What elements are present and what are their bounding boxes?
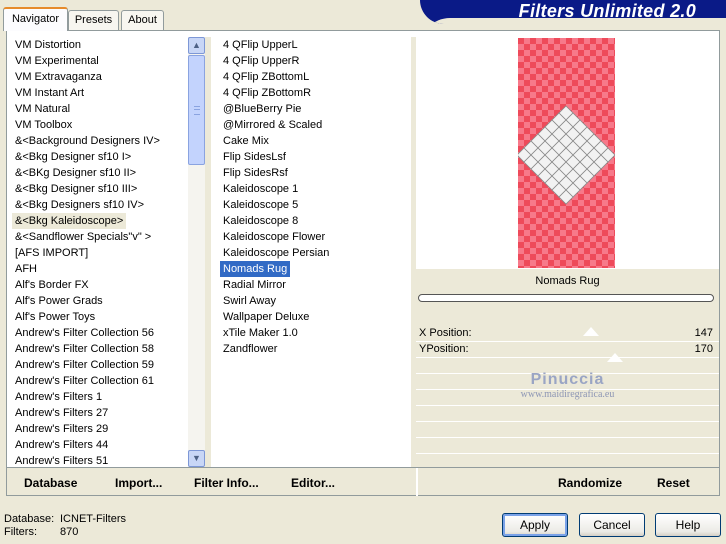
param-value: 147 <box>694 327 713 339</box>
database-label: Database: <box>4 513 55 525</box>
category-item[interactable]: Andrew's Filter Collection 56 <box>12 325 157 341</box>
filter-item[interactable]: Kaleidoscope Persian <box>220 245 332 261</box>
category-item[interactable]: &<Bkg Kaleidoscope> <box>12 213 127 229</box>
chevron-up-icon: ▲ <box>192 40 201 50</box>
editor-link[interactable]: Editor... <box>291 476 335 490</box>
filter-item[interactable]: Kaleidoscope Flower <box>220 229 328 245</box>
category-item[interactable]: Andrew's Filter Collection 58 <box>12 341 157 357</box>
filter-info-link[interactable]: Filter Info... <box>194 476 259 490</box>
filter-item[interactable]: Cake Mix <box>220 133 272 149</box>
category-item[interactable]: Andrew's Filters 51 <box>12 453 111 469</box>
param-empty-row <box>416 422 719 438</box>
filter-item[interactable]: 4 QFlip ZBottomL <box>220 69 312 85</box>
category-item[interactable]: Andrew's Filters 1 <box>12 389 105 405</box>
filter-item[interactable]: Flip SidesLsf <box>220 149 289 165</box>
filter-item[interactable]: Radial Mirror <box>220 277 289 293</box>
database-value: ICNET-Filters <box>60 513 126 525</box>
category-item[interactable]: &<Bkg Designer sf10 III> <box>12 181 140 197</box>
cancel-button[interactable]: Cancel <box>579 513 645 537</box>
category-item[interactable]: &<Bkg Designer sf10 I> <box>12 149 134 165</box>
tab-about[interactable]: About <box>121 10 164 30</box>
tab-navigator[interactable]: Navigator <box>3 7 68 31</box>
filter-item[interactable]: xTile Maker 1.0 <box>220 325 301 341</box>
param-y-position[interactable]: YPosition: 170 <box>416 342 719 358</box>
category-item[interactable]: Andrew's Filter Collection 59 <box>12 357 157 373</box>
filter-list[interactable]: 4 QFlip UpperL 4 QFlip UpperR 4 QFlip ZBot… <box>220 37 332 357</box>
filter-item[interactable]: 4 QFlip UpperL <box>220 37 301 53</box>
filter-item[interactable]: 4 QFlip ZBottomR <box>220 85 314 101</box>
watermark-url: www.maidiregrafica.eu <box>520 389 615 400</box>
reset-link[interactable]: Reset <box>657 476 690 490</box>
category-item[interactable]: Alf's Power Toys <box>12 309 98 325</box>
filter-item[interactable]: Swirl Away <box>220 293 279 309</box>
filter-name-label: Nomads Rug <box>535 275 600 287</box>
param-empty-row <box>416 406 719 422</box>
category-item[interactable]: VM Natural <box>12 101 73 117</box>
category-item[interactable]: Andrew's Filters 44 <box>12 437 111 453</box>
category-item[interactable]: [AFS IMPORT] <box>12 245 91 261</box>
slider-marker-icon[interactable] <box>583 327 599 336</box>
tab-presets[interactable]: Presets <box>68 10 119 30</box>
watermark-title: Pinuccia <box>530 371 605 388</box>
filter-item[interactable]: Flip SidesRsf <box>220 165 291 181</box>
progress-bar <box>418 294 714 302</box>
category-item[interactable]: Andrew's Filters 29 <box>12 421 111 437</box>
scroll-down-button[interactable]: ▼ <box>188 450 205 467</box>
category-item[interactable]: VM Experimental <box>12 53 102 69</box>
parameters-panel: Nomads Rug X Position: 147 YPosition: 17… <box>416 269 719 470</box>
slider-marker-icon[interactable] <box>607 353 623 362</box>
watermark: Pinuccia www.maidiregrafica.eu <box>416 371 719 400</box>
banner-title: Filters Unlimited 2.0 <box>518 1 696 21</box>
filter-item[interactable]: Kaleidoscope 1 <box>220 181 301 197</box>
category-item[interactable]: VM Toolbox <box>12 117 75 133</box>
randomize-link[interactable]: Randomize <box>558 476 622 490</box>
category-item[interactable]: &<Bkg Designers sf10 IV> <box>12 197 147 213</box>
category-item[interactable]: Alf's Border FX <box>12 277 92 293</box>
filter-item[interactable]: Zandflower <box>220 341 280 357</box>
filter-item[interactable]: Kaleidoscope 8 <box>220 213 301 229</box>
import-link[interactable]: Import... <box>115 476 162 490</box>
category-item[interactable]: Andrew's Filters 27 <box>12 405 111 421</box>
filter-item[interactable]: 4 QFlip UpperR <box>220 53 302 69</box>
category-item[interactable]: VM Extravaganza <box>12 69 105 85</box>
apply-button[interactable]: Apply <box>502 513 568 537</box>
category-item[interactable]: AFH <box>12 261 40 277</box>
param-x-position[interactable]: X Position: 147 <box>416 326 719 342</box>
filters-count: 870 <box>60 526 79 538</box>
category-list[interactable]: VM Distortion VM Experimental VM Extravaga… <box>12 37 163 469</box>
action-bar-divider <box>416 468 418 496</box>
category-item[interactable]: &<Sandflower Specials"v" > <box>12 229 154 245</box>
param-value: 170 <box>694 343 713 355</box>
category-scrollbar[interactable]: ▲ ▼ <box>188 37 205 467</box>
filters-label: Filters: <box>4 526 37 538</box>
grip-icon <box>194 106 200 115</box>
filter-item[interactable]: @Mirrored & Scaled <box>220 117 325 133</box>
param-empty-row <box>416 438 719 454</box>
database-link[interactable]: Database <box>24 476 77 490</box>
scroll-thumb[interactable] <box>188 55 205 165</box>
filter-item[interactable]: Wallpaper Deluxe <box>220 309 312 325</box>
category-item[interactable]: VM Distortion <box>12 37 84 53</box>
param-label: YPosition: <box>419 343 469 355</box>
category-item[interactable]: Alf's Power Grads <box>12 293 106 309</box>
diamond-pattern-icon <box>518 105 615 205</box>
category-item[interactable]: &<Background Designers IV> <box>12 133 163 149</box>
filter-item[interactable]: Nomads Rug <box>220 261 291 277</box>
filter-item[interactable]: @BlueBerry Pie <box>220 101 304 117</box>
filter-item[interactable]: Kaleidoscope 5 <box>220 197 301 213</box>
category-item[interactable]: Andrew's Filter Collection 61 <box>12 373 157 389</box>
help-button[interactable]: Help <box>655 513 721 537</box>
param-label: X Position: <box>419 327 472 339</box>
category-item[interactable]: VM Instant Art <box>12 85 87 101</box>
chevron-down-icon: ▼ <box>192 453 201 463</box>
category-item[interactable]: &<BKg Designer sf10 II> <box>12 165 139 181</box>
scroll-up-button[interactable]: ▲ <box>188 37 205 54</box>
list-divider <box>205 37 211 467</box>
